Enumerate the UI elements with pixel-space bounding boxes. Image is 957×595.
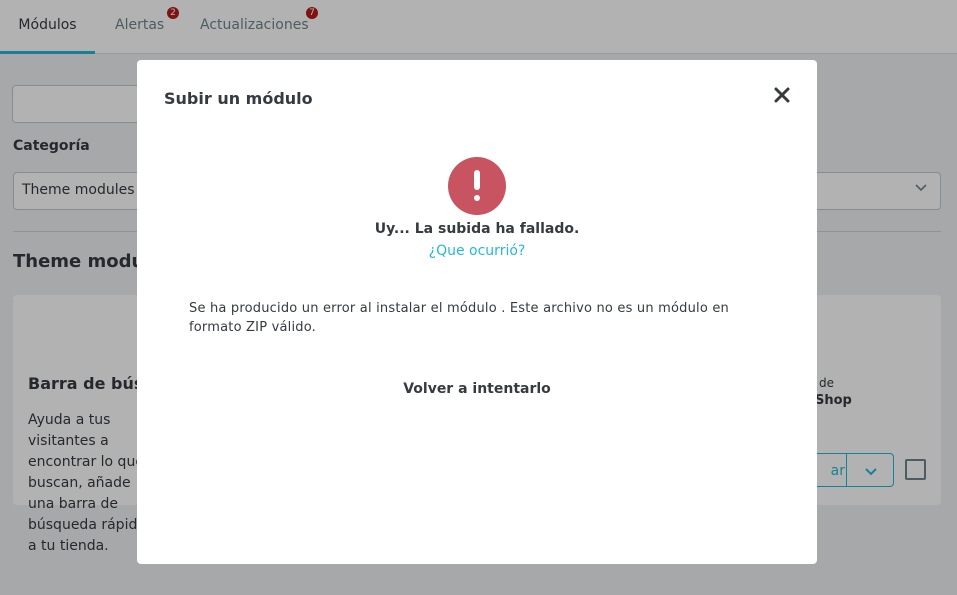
upload-failed-message: Uy... La subida ha fallado.: [374, 221, 580, 237]
what-happened-link[interactable]: ¿Que ocurrió?: [137, 243, 817, 259]
error-description: Se ha producido un error al instalar el …: [189, 301, 729, 335]
modal-title: Subir un módulo: [164, 89, 313, 108]
close-icon[interactable]: [771, 84, 793, 106]
retry-button[interactable]: Volver a intentarlo: [137, 381, 817, 397]
error-icon: [448, 157, 506, 215]
upload-module-modal: Subir un módulo Uy... La subida ha falla…: [137, 60, 817, 564]
